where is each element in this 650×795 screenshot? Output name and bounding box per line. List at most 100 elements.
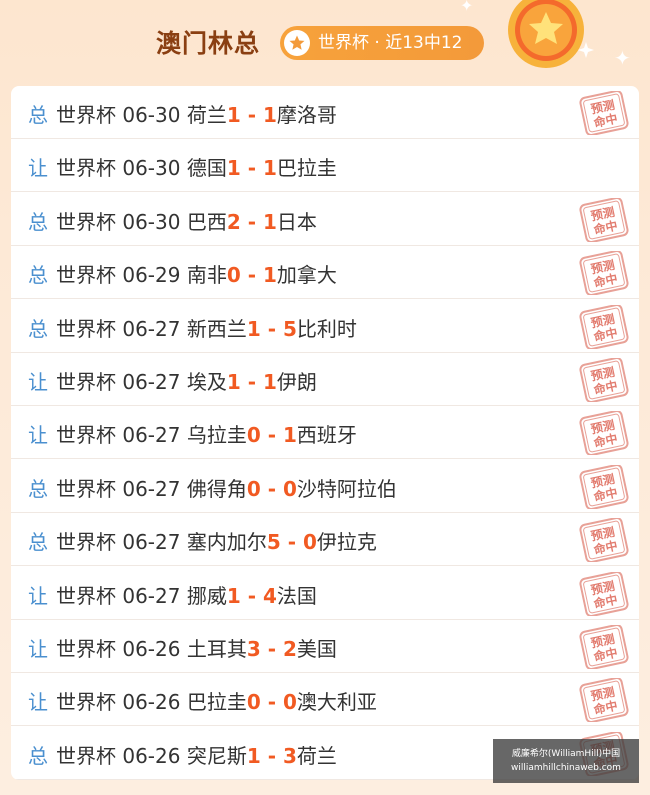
away-team: 沙特阿拉伯: [296, 476, 397, 501]
league-label: 世界杯: [56, 156, 116, 181]
home-score: 1: [226, 103, 241, 127]
home-team: 塞内加尔: [186, 530, 267, 555]
match-row[interactable]: 总世界杯 06-27 新西兰1 - 5比利时 预测 命中: [11, 300, 639, 353]
league-label: 世界杯: [56, 316, 116, 341]
match-date: 06-30: [122, 156, 181, 181]
league-label: 世界杯: [56, 209, 116, 234]
home-score: 5: [266, 530, 281, 555]
match-date: 06-27: [122, 316, 181, 341]
hit-stamp-icon: 预测命中: [579, 678, 629, 723]
hit-stamp-icon: 预测命中: [579, 251, 629, 296]
bet-type-label: 总: [28, 476, 48, 501]
bet-type-label: 让: [28, 690, 48, 715]
hit-stamp-icon: 预测命中: [579, 411, 629, 456]
match-date: 06-27: [122, 423, 181, 448]
home-team: 佛得角: [186, 476, 247, 501]
match-info: 世界杯 06-30 德国1 - 1巴拉圭: [56, 152, 337, 181]
match-date: 06-27: [122, 370, 181, 394]
home-team: 巴拉圭: [186, 690, 247, 715]
score-separator: -: [240, 209, 263, 234]
away-team: 伊拉克: [316, 530, 377, 555]
match-info: 世界杯 06-26 土耳其3 - 2美国: [56, 633, 337, 662]
home-team: 荷兰: [186, 103, 227, 127]
match-info: 世界杯 06-27 塞内加尔5 - 0伊拉克: [56, 526, 377, 555]
record-badge-label: 世界杯 · 近13中12: [318, 33, 463, 53]
match-row[interactable]: 让世界杯 06-26 土耳其3 - 2美国 预测 命中: [11, 620, 639, 673]
match-row[interactable]: 让世界杯 06-30 德国1 - 1巴拉圭: [11, 139, 639, 193]
watermark-line1: 威廉希尔(WilliamHill)中国: [511, 749, 621, 759]
watermark: 威廉希尔(WilliamHill)中国 williamhillchinaweb.…: [493, 739, 639, 783]
bet-type-label: 让: [28, 156, 48, 181]
away-team: 澳大利亚: [296, 690, 377, 715]
match-row[interactable]: 让世界杯 06-27 乌拉圭0 - 1西班牙 预测 命中: [11, 406, 639, 460]
away-score: 3: [283, 743, 297, 768]
away-team: 法国: [276, 583, 317, 608]
record-badge[interactable]: 世界杯 · 近13中12: [280, 26, 484, 60]
match-info: 世界杯 06-27 埃及1 - 1伊朗: [56, 366, 317, 395]
league-label: 世界杯: [56, 370, 116, 394]
match-info: 世界杯 06-29 南非0 - 1加拿大: [56, 259, 337, 288]
header: 澳门林总 世界杯 · 近13中12 ✦ ✦: [0, 0, 650, 84]
hit-stamp-icon: 预测命中: [579, 304, 629, 349]
score-separator: -: [260, 316, 283, 341]
bet-type-label: 总: [28, 209, 48, 234]
away-score: 0: [283, 690, 297, 715]
away-team: 摩洛哥: [276, 103, 337, 127]
home-score: 0: [246, 476, 261, 501]
match-row[interactable]: 总世界杯 06-30 巴西2 - 1日本 预测 命中: [11, 193, 639, 246]
hit-stamp-icon: 预测命中: [579, 197, 629, 242]
home-score: 0: [246, 690, 261, 715]
home-team: 挪威: [186, 583, 227, 608]
score-separator: -: [240, 263, 263, 288]
bet-type-label: 让: [28, 370, 48, 394]
match-info: 世界杯 06-27 挪威1 - 4法国: [56, 580, 317, 609]
match-date: 06-29: [122, 263, 181, 288]
bet-type-label: 总: [28, 743, 48, 768]
watermark-line2: williamhillchinaweb.com: [511, 763, 621, 773]
away-score: 1: [263, 263, 277, 288]
score-separator: -: [260, 743, 283, 768]
score-separator: -: [260, 476, 283, 501]
match-row[interactable]: 总世界杯 06-30 荷兰1 - 1摩洛哥 预测 命中: [11, 86, 639, 139]
league-label: 世界杯: [56, 743, 116, 768]
away-team: 加拿大: [276, 263, 337, 288]
home-team: 新西兰: [186, 316, 247, 341]
league-label: 世界杯: [56, 583, 116, 608]
league-label: 世界杯: [56, 530, 116, 555]
match-row[interactable]: 让世界杯 06-27 挪威1 - 4法国 预测 命中: [11, 567, 639, 620]
score-separator: -: [240, 583, 263, 608]
away-team: 西班牙: [296, 423, 357, 448]
away-team: 日本: [276, 209, 317, 234]
match-row[interactable]: 让世界杯 06-27 埃及1 - 1伊朗 预测 命中: [11, 353, 639, 406]
match-info: 世界杯 06-27 新西兰1 - 5比利时: [56, 313, 357, 342]
sparkle-icon: ✦: [614, 46, 631, 70]
home-score: 2: [226, 209, 241, 234]
star-icon: [284, 30, 310, 56]
home-team: 埃及: [186, 370, 227, 394]
league-label: 世界杯: [56, 263, 116, 288]
match-date: 06-26: [122, 690, 181, 715]
match-row[interactable]: 总世界杯 06-27 佛得角0 - 0沙特阿拉伯 预测 命中: [11, 460, 639, 513]
home-score: 1: [246, 743, 261, 768]
score-separator: -: [260, 637, 283, 661]
home-score: 0: [226, 263, 241, 288]
home-team: 突尼斯: [186, 743, 247, 768]
home-team: 南非: [186, 263, 227, 288]
match-info: 世界杯 06-30 荷兰1 - 1摩洛哥: [56, 99, 337, 128]
medal-icon: [508, 0, 594, 68]
hit-stamp-icon: 预测命中: [579, 571, 629, 616]
match-row[interactable]: 总世界杯 06-29 南非0 - 1加拿大 预测 命中: [11, 246, 639, 300]
hit-stamp-icon: 预测命中: [579, 91, 629, 135]
bet-type-label: 让: [28, 637, 48, 661]
home-team: 乌拉圭: [186, 423, 247, 448]
home-score: 0: [246, 423, 261, 448]
match-row[interactable]: 让世界杯 06-26 巴拉圭0 - 0澳大利亚 预测 命中: [11, 673, 639, 727]
league-label: 世界杯: [56, 690, 116, 715]
away-score: 1: [263, 156, 277, 181]
hit-stamp-icon: 预测命中: [579, 358, 629, 402]
match-row[interactable]: 总世界杯 06-27 塞内加尔5 - 0伊拉克 预测 命中: [11, 513, 639, 567]
bet-type-label: 总: [28, 263, 48, 288]
league-label: 世界杯: [56, 476, 116, 501]
bet-type-label: 让: [28, 423, 48, 448]
away-team: 巴拉圭: [276, 156, 337, 181]
